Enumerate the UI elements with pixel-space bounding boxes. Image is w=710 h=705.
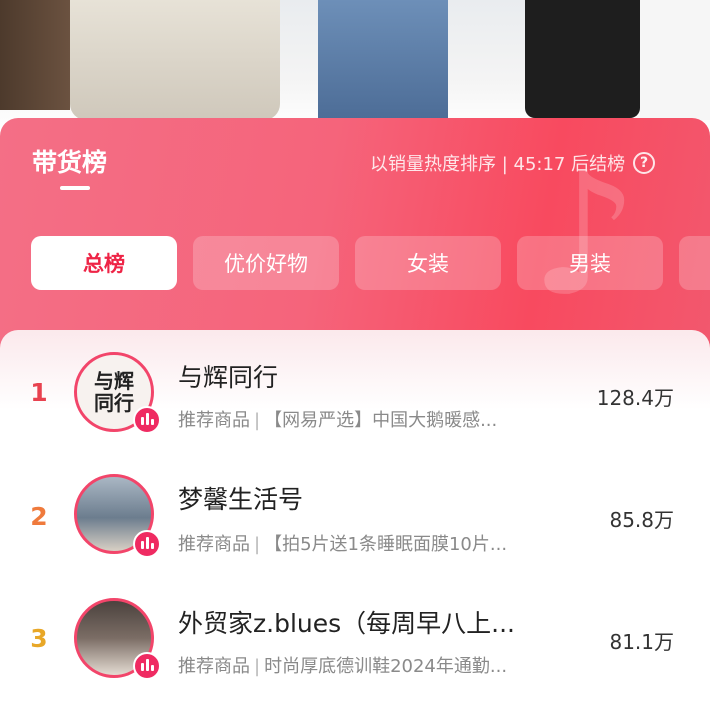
product-tag: 推荐商品 [178, 534, 250, 555]
list-item[interactable]: 2 梦馨生活号 推荐商品 | 【拍5片送1条睡眠面膜10片... 85.8万 [0, 454, 710, 574]
avatar-logo-text: 与辉同行 [94, 369, 134, 415]
rank-info: 以销量热度排序 | 45:17 后结榜 ? [370, 150, 656, 176]
live-icon [133, 530, 161, 558]
product-title: 【拍5片送1条睡眠面膜10片... [264, 534, 508, 555]
rank-number: 2 [30, 502, 48, 531]
rank-number: 1 [30, 378, 48, 407]
page-title: 带货榜 [32, 148, 108, 177]
ranking-list: 1 与辉同行 与辉同行 推荐商品 | 【网易严选】中国大鹅暖感... 128.4万 … [0, 330, 710, 705]
rank-number: 3 [30, 624, 48, 653]
category-tabs: 总榜 优价好物 女装 男装 [31, 236, 710, 290]
list-item[interactable]: 1 与辉同行 与辉同行 推荐商品 | 【网易严选】中国大鹅暖感... 128.4万 [0, 330, 710, 450]
streamer-name: 外贸家z.blues（每周早八上... [178, 609, 515, 638]
tab-value-goods[interactable]: 优价好物 [193, 236, 339, 290]
recommended-product: 推荐商品 | 【网易严选】中国大鹅暖感... [178, 410, 498, 431]
product-title: 时尚厚底德训鞋2024年通勤... [264, 656, 508, 677]
live-icon [133, 652, 161, 680]
photo-black-pants [525, 0, 640, 118]
sales-heat: 81.1万 [609, 630, 674, 654]
streamer-name: 梦馨生活号 [178, 485, 304, 514]
title-underline [60, 186, 90, 190]
recommended-product: 推荐商品 | 时尚厚底德训鞋2024年通勤... [178, 656, 508, 677]
question-circle-icon[interactable]: ? [633, 152, 656, 174]
rank-info-text: 以销量热度排序 | 45:17 后结榜 [370, 154, 626, 175]
sales-heat: 85.8万 [609, 508, 674, 532]
background-photo [0, 0, 710, 130]
product-tag: 推荐商品 [178, 410, 250, 431]
recommended-product: 推荐商品 | 【拍5片送1条睡眠面膜10片... [178, 534, 508, 555]
product-title: 【网易严选】中国大鹅暖感... [264, 410, 498, 431]
photo-jeans [318, 0, 448, 118]
product-tag: 推荐商品 [178, 656, 250, 677]
live-icon [133, 406, 161, 434]
tab-mens-clothing[interactable]: 男装 [517, 236, 663, 290]
sales-heat: 128.4万 [596, 386, 674, 410]
photo-snow [640, 0, 710, 120]
photo-white-coat [70, 0, 280, 120]
tab-overall[interactable]: 总榜 [31, 236, 177, 290]
tab-womens-clothing[interactable]: 女装 [355, 236, 501, 290]
tab-more[interactable] [679, 236, 710, 290]
list-item[interactable]: 3 外贸家z.blues（每周早八上... 推荐商品 | 时尚厚底德训鞋2024年通… [0, 578, 710, 698]
streamer-name: 与辉同行 [178, 363, 279, 392]
photo-tree [0, 0, 70, 110]
